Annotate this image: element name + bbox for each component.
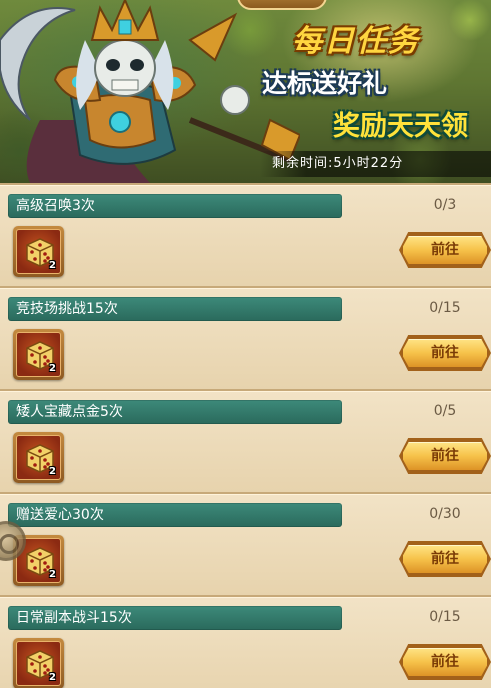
task-row: 日常副本战斗15次 0/15 2 前往 [0,595,491,688]
reward-count: 2 [49,569,56,580]
task-row: 高级召唤3次 0/3 2 前往 [0,183,491,286]
go-button[interactable]: 前往 [401,543,489,575]
title-tab-decoration [237,0,327,10]
go-button[interactable]: 前往 [401,440,489,472]
task-name: 矮人宝藏点金5次 [8,400,342,424]
task-name: 赠送爱心30次 [8,503,342,527]
task-row: 矮人宝藏点金5次 0/5 2 前往 [0,389,491,492]
go-button[interactable]: 前往 [401,646,489,678]
task-progress: 0/5 [433,403,457,419]
hero-character-art [0,0,300,183]
task-row: 竞技场挑战15次 0/15 2 前往 [0,286,491,389]
reward-count: 2 [49,672,56,683]
reward-count: 2 [49,363,56,374]
task-progress: 0/15 [429,609,461,625]
reward-count: 2 [49,466,56,477]
go-button[interactable]: 前往 [401,234,489,266]
event-banner: 每日任务 达标送好礼 奖励天天领 剩余时间:5小时22分 [0,0,491,183]
reward-item[interactable]: 2 [13,226,64,277]
task-progress: 0/30 [429,506,461,522]
task-name: 竞技场挑战15次 [8,297,342,321]
task-row: 赠送爱心30次 0/30 2 前往 [0,492,491,595]
task-progress: 0/3 [433,197,457,213]
reward-item[interactable]: 2 [13,432,64,483]
task-name: 日常副本战斗15次 [8,606,342,630]
reward-count: 2 [49,260,56,271]
reward-item[interactable]: 2 [13,329,64,380]
go-button[interactable]: 前往 [401,337,489,369]
slogan-line-2: 奖励天天领 [333,111,468,142]
reward-item[interactable]: 2 [13,638,64,688]
task-list[interactable]: 高级召唤3次 0/3 2 前往 竞技场挑战15次 0/15 2 前往 矮人宝藏点… [0,183,491,688]
slogan-line-1: 达标送好礼 [262,69,388,98]
task-name: 高级召唤3次 [8,194,342,218]
page-title: 每日任务 [292,24,420,59]
countdown-timer: 剩余时间:5小时22分 [260,151,491,177]
task-progress: 0/15 [429,300,461,316]
